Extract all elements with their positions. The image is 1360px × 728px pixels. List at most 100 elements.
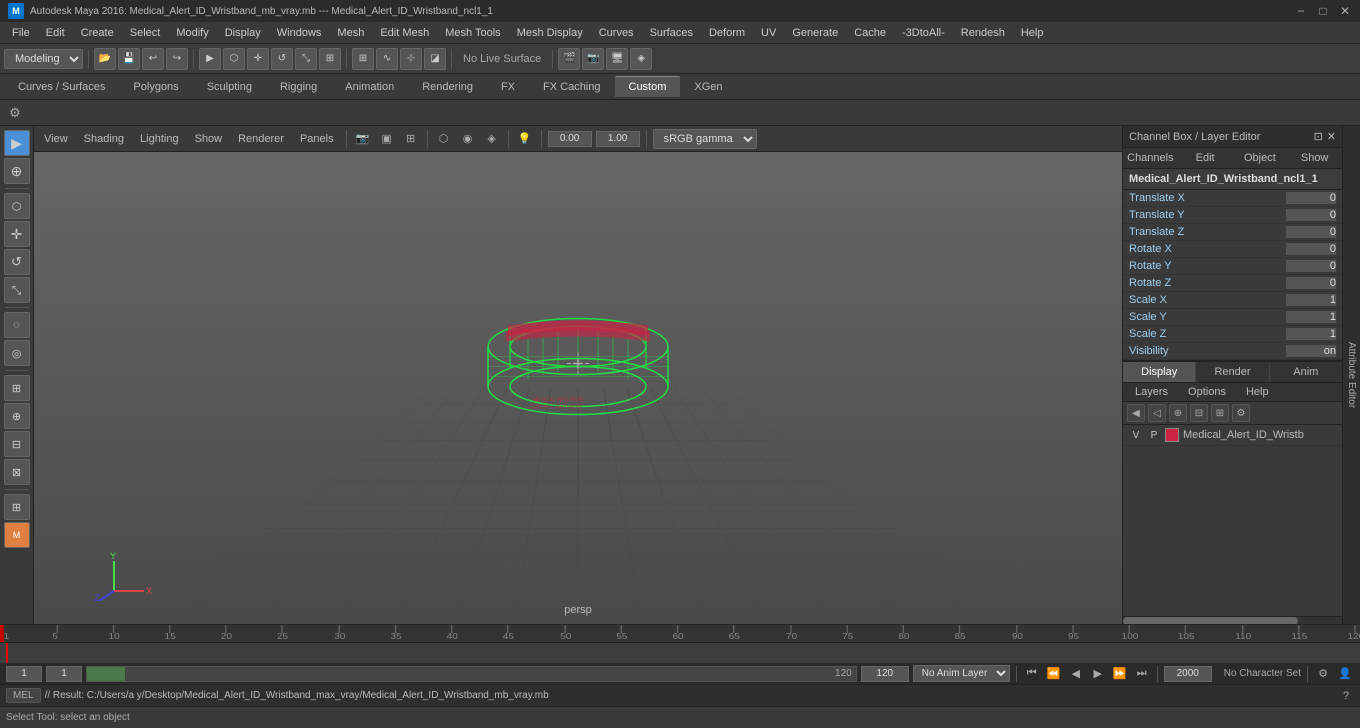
lasso-select-button[interactable]: ⬡ xyxy=(4,193,30,219)
snap-view-button[interactable]: ◪ xyxy=(424,48,446,70)
snap-point-button[interactable]: ⊹ xyxy=(400,48,422,70)
tab-rendering[interactable]: Rendering xyxy=(408,77,487,97)
soft-select-button[interactable]: ◌ xyxy=(4,312,30,338)
menu-rendesh[interactable]: Rendesh xyxy=(953,25,1013,41)
range-start-input[interactable] xyxy=(46,666,82,682)
tab-curves-surfaces[interactable]: Curves / Surfaces xyxy=(4,77,119,97)
menu-mesh-tools[interactable]: Mesh Tools xyxy=(437,25,508,41)
menu-surfaces[interactable]: Surfaces xyxy=(642,25,701,41)
layers-new-button[interactable]: ◀ xyxy=(1127,404,1145,422)
play-back-button[interactable]: ◀ xyxy=(1067,665,1085,683)
rotate-tool-button[interactable]: ↺ xyxy=(271,48,293,70)
tab-animation[interactable]: Animation xyxy=(331,77,408,97)
play-forward-button[interactable]: ▶ xyxy=(1089,665,1107,683)
channel-visibility[interactable]: Visibility on xyxy=(1123,343,1342,360)
vp-menu-show[interactable]: Show xyxy=(189,131,229,147)
anim-settings-button[interactable]: ⚙ xyxy=(1314,665,1332,683)
select-mode-button[interactable]: ▶ xyxy=(4,130,30,156)
redo-button[interactable]: ↪ xyxy=(166,48,188,70)
jump-to-start-button[interactable]: ⏮ xyxy=(1023,665,1041,683)
paint-select-button[interactable]: ⊕ xyxy=(4,158,30,184)
layers-tab-layers[interactable]: Layers xyxy=(1127,383,1176,401)
channel-value-rotate-x[interactable]: 0 xyxy=(1286,243,1336,255)
cb-horizontal-scrollbar[interactable] xyxy=(1123,616,1342,624)
menu-select[interactable]: Select xyxy=(122,25,169,41)
menu-help[interactable]: Help xyxy=(1013,25,1052,41)
channel-value-visibility[interactable]: on xyxy=(1286,345,1336,357)
vp-field2[interactable] xyxy=(596,131,640,147)
current-frame-input[interactable] xyxy=(6,666,42,682)
save-file-button[interactable]: 💾 xyxy=(118,48,140,70)
step-forward-button[interactable]: ⏩ xyxy=(1111,665,1129,683)
layers-tab-help[interactable]: Help xyxy=(1238,383,1277,401)
layers-add-button[interactable]: ⊕ xyxy=(1169,404,1187,422)
vp-grid-button[interactable]: ⊞ xyxy=(401,129,421,149)
scale-button[interactable]: ⤡ xyxy=(4,277,30,303)
menu-generate[interactable]: Generate xyxy=(784,25,846,41)
cb-display-tab-display[interactable]: Display xyxy=(1123,362,1196,382)
vp-menu-panels[interactable]: Panels xyxy=(294,131,340,147)
range-end-input[interactable] xyxy=(861,666,909,682)
channel-value-translate-y[interactable]: 0 xyxy=(1286,209,1336,221)
menu-mesh-display[interactable]: Mesh Display xyxy=(509,25,591,41)
channel-rotate-x[interactable]: Rotate X 0 xyxy=(1123,241,1342,258)
cb-tab-object[interactable]: Object xyxy=(1233,148,1288,168)
layer-visibility-toggle[interactable]: V xyxy=(1129,428,1143,442)
cb-display-tab-anim[interactable]: Anim xyxy=(1270,362,1342,382)
minimize-button[interactable]: − xyxy=(1294,4,1308,18)
snap-to-grid-button[interactable]: ⊞ xyxy=(4,375,30,401)
layer-color-swatch[interactable] xyxy=(1165,428,1179,442)
ipr-button[interactable]: 📷 xyxy=(582,48,604,70)
sculpt-button[interactable]: ◎ xyxy=(4,340,30,366)
vp-menu-view[interactable]: View xyxy=(38,131,74,147)
vp-camera-button[interactable]: 📷 xyxy=(353,129,373,149)
fps-input[interactable] xyxy=(1164,666,1212,682)
menu-windows[interactable]: Windows xyxy=(269,25,330,41)
rotate-button[interactable]: ↺ xyxy=(4,249,30,275)
settings-gear-icon[interactable]: ⚙ xyxy=(6,104,24,122)
tab-sculpting[interactable]: Sculpting xyxy=(193,77,266,97)
vp-gamma-dropdown[interactable]: sRGB gamma xyxy=(653,129,757,149)
channel-rotate-z[interactable]: Rotate Z 0 xyxy=(1123,275,1342,292)
menu-edit[interactable]: Edit xyxy=(38,25,73,41)
tab-polygons[interactable]: Polygons xyxy=(119,77,192,97)
merge-button[interactable]: ⊠ xyxy=(4,459,30,485)
menu-mesh[interactable]: Mesh xyxy=(329,25,372,41)
vp-light-button[interactable]: 💡 xyxy=(515,129,535,149)
menu-modify[interactable]: Modify xyxy=(168,25,216,41)
axis-button[interactable]: ⊞ xyxy=(4,494,30,520)
display-settings-button[interactable]: 🖥 xyxy=(606,48,628,70)
cb-tab-show[interactable]: Show xyxy=(1287,148,1342,168)
layer-playback-toggle[interactable]: P xyxy=(1147,428,1161,442)
menu-3dto[interactable]: -3DtoAll- xyxy=(894,25,953,41)
maximize-button[interactable]: □ xyxy=(1316,4,1330,18)
layers-settings-button[interactable]: ⚙ xyxy=(1232,404,1250,422)
lasso-tool-button[interactable]: ⬡ xyxy=(223,48,245,70)
menu-display[interactable]: Display xyxy=(217,25,269,41)
menu-cache[interactable]: Cache xyxy=(846,25,894,41)
vp-smooth-button[interactable]: ◉ xyxy=(458,129,478,149)
add-division-button[interactable]: ⊕ xyxy=(4,403,30,429)
channel-value-rotate-y[interactable]: 0 xyxy=(1286,260,1336,272)
layers-prev-button[interactable]: ◁ xyxy=(1148,404,1166,422)
cb-display-tab-render[interactable]: Render xyxy=(1196,362,1269,382)
menu-uv[interactable]: UV xyxy=(753,25,784,41)
tab-rigging[interactable]: Rigging xyxy=(266,77,331,97)
vp-menu-shading[interactable]: Shading xyxy=(78,131,130,147)
snap-grid-button[interactable]: ⊞ xyxy=(352,48,374,70)
anim-layer-dropdown[interactable]: No Anim Layer xyxy=(913,665,1010,682)
cb-tab-channels[interactable]: Channels xyxy=(1123,148,1178,168)
status-help-icon[interactable]: ? xyxy=(1338,688,1354,704)
vp-menu-renderer[interactable]: Renderer xyxy=(232,131,290,147)
tab-xgen[interactable]: XGen xyxy=(680,77,736,97)
layers-duplicate-button[interactable]: ⊞ xyxy=(1211,404,1229,422)
vp-texture-button[interactable]: ◈ xyxy=(482,129,502,149)
jump-to-end-button[interactable]: ⏭ xyxy=(1133,665,1151,683)
render-button[interactable]: 🎬 xyxy=(558,48,580,70)
channel-value-rotate-z[interactable]: 0 xyxy=(1286,277,1336,289)
menu-create[interactable]: Create xyxy=(73,25,122,41)
last-tool-button[interactable]: ⊞ xyxy=(319,48,341,70)
vp-frame-button[interactable]: ▣ xyxy=(377,129,397,149)
open-file-button[interactable]: 📂 xyxy=(94,48,116,70)
channel-value-scale-z[interactable]: 1 xyxy=(1286,328,1336,340)
